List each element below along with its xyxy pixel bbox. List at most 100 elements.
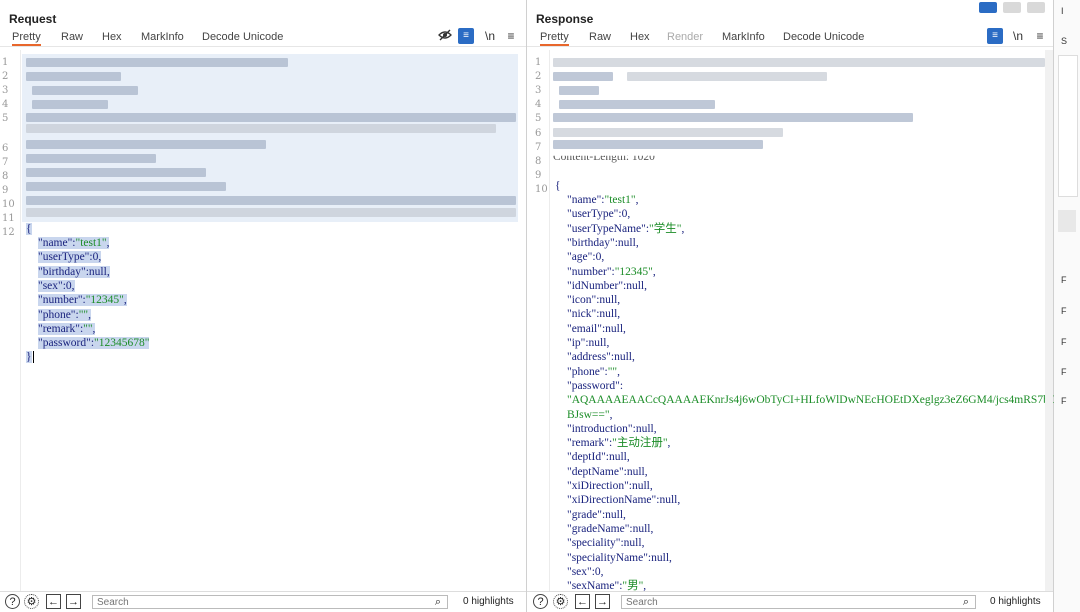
newline-icon[interactable]: \n [1010,28,1026,44]
json-comma: , [650,522,654,535]
json-comma: , [92,322,96,335]
response-bottom-bar: ? ⚙ ← → ⌕ 0 highlights [527,591,1053,612]
line-number: 3 [2,85,9,96]
tab-markinfo[interactable]: MarkInfo [722,31,765,43]
json-value: null [599,294,618,307]
json-line: "grade":null, [567,508,626,522]
request-pane: Request Pretty Raw Hex MarkInfo Decode U… [0,0,527,612]
forward-arrow-icon[interactable]: → [66,594,81,609]
json-comma: , [600,565,604,578]
split-vertical-icon[interactable] [1003,2,1021,13]
tab-hex[interactable]: Hex [102,31,122,43]
line-number: 9 [535,170,542,181]
json-value: "AQAAAAEAACcQAAAAEKnrJs4j6wObTyCI+HLfoWl… [567,394,1080,407]
line-number: 4 [535,99,542,110]
json-comma: , [652,265,656,278]
json-line: "deptId":null, [567,450,630,464]
json-key: "ip" [567,337,586,349]
help-icon[interactable]: ? [5,594,20,609]
response-scrollbar[interactable] [1045,50,1053,592]
json-value: null [626,465,645,478]
json-line: "userType":0, [38,250,102,264]
json-value: BJsw==" [567,408,610,421]
json-comma: , [681,222,685,235]
split-horizontal-icon[interactable] [979,2,997,13]
json-line: "number":"12345", [567,265,656,279]
json-key: "idNumber" [567,279,624,292]
tab-decode-unicode[interactable]: Decode Unicode [202,31,283,43]
eye-off-icon[interactable] [437,28,453,44]
request-search-input[interactable] [92,595,448,609]
json-key: "specialityName" [567,551,648,564]
tab-decode-unicode[interactable]: Decode Unicode [783,31,864,43]
json-line: "sex":0, [38,279,75,293]
side-label: F [1061,275,1067,285]
json-comma: , [644,279,647,292]
tab-markinfo[interactable]: MarkInfo [141,31,184,43]
json-comma: , [88,308,91,321]
settings-icon[interactable]: ⚙ [24,594,39,609]
response-header-content-length: Content-Length: 1020 [553,151,655,163]
inspector-section [1058,210,1076,232]
menu-icon[interactable]: ≡ [1032,28,1048,44]
tabs-layout-icon[interactable] [1027,2,1045,13]
forward-arrow-icon[interactable]: → [595,594,610,609]
json-comma: , [106,237,110,249]
newline-icon[interactable]: \n [482,28,498,44]
tab-render[interactable]: Render [667,31,703,43]
json-value: null [659,494,678,507]
response-search-input[interactable] [621,595,976,609]
json-line: "xiDirection":null, [567,479,653,493]
json-key: "address" [567,351,611,364]
tab-raw[interactable]: Raw [589,31,611,43]
json-line: "remark":"", [38,322,96,336]
json-value: null [626,279,645,292]
json-comma: , [677,494,681,507]
json-key: "birthday" [38,265,86,278]
response-highlights-count: 0 highlights [990,596,1041,607]
json-line: "userTypeName":"学生", [567,222,684,236]
json-line: "deptName":null, [567,465,648,479]
layout-toggle [979,2,1049,14]
json-line: "birthday":null, [567,236,639,250]
json-key: "icon" [567,294,597,307]
json-comma: , [649,480,653,492]
side-label: F [1061,306,1067,316]
json-key: "remark" [567,437,609,450]
format-icon[interactable]: ≡ [458,28,474,44]
json-comma: , [641,537,645,550]
json-comma: , [123,294,127,307]
request-highlights-count: 0 highlights [463,596,514,607]
json-key: "xiDirectionName" [567,494,657,507]
menu-icon[interactable]: ≡ [503,28,519,44]
search-icon: ⌕ [962,596,970,608]
help-icon[interactable]: ? [533,594,548,609]
tab-pretty[interactable]: Pretty [12,31,41,46]
line-number: 10 [535,184,548,195]
line-number: 8 [2,171,9,182]
request-bottom-bar: ? ⚙ ← → ⌕ 0 highlights [0,591,526,612]
tab-pretty[interactable]: Pretty [540,31,569,46]
json-comma: , [623,508,626,521]
json-key: "sex" [567,565,592,578]
format-icon[interactable]: ≡ [987,28,1003,44]
json-comma: , [626,451,630,464]
line-number: 6 [535,128,542,139]
back-arrow-icon[interactable]: ← [46,594,61,609]
settings-icon[interactable]: ⚙ [553,594,568,609]
json-value: "学生" [649,222,682,235]
json-comma: , [627,208,631,221]
back-arrow-icon[interactable]: ← [575,594,590,609]
json-line: "userType":0, [567,207,630,221]
json-key: "userTypeName" [567,222,646,235]
json-value: "12345" [85,294,124,307]
json-line: "icon":null, [567,293,620,307]
tab-raw[interactable]: Raw [61,31,83,43]
json-key: "number" [567,265,612,278]
json-line: "idNumber":null, [567,279,647,293]
tab-hex[interactable]: Hex [630,31,650,43]
json-key: "remark" [38,322,80,335]
line-number: 1 [2,57,9,68]
json-value: null [588,337,607,349]
side-label: F [1061,396,1067,406]
